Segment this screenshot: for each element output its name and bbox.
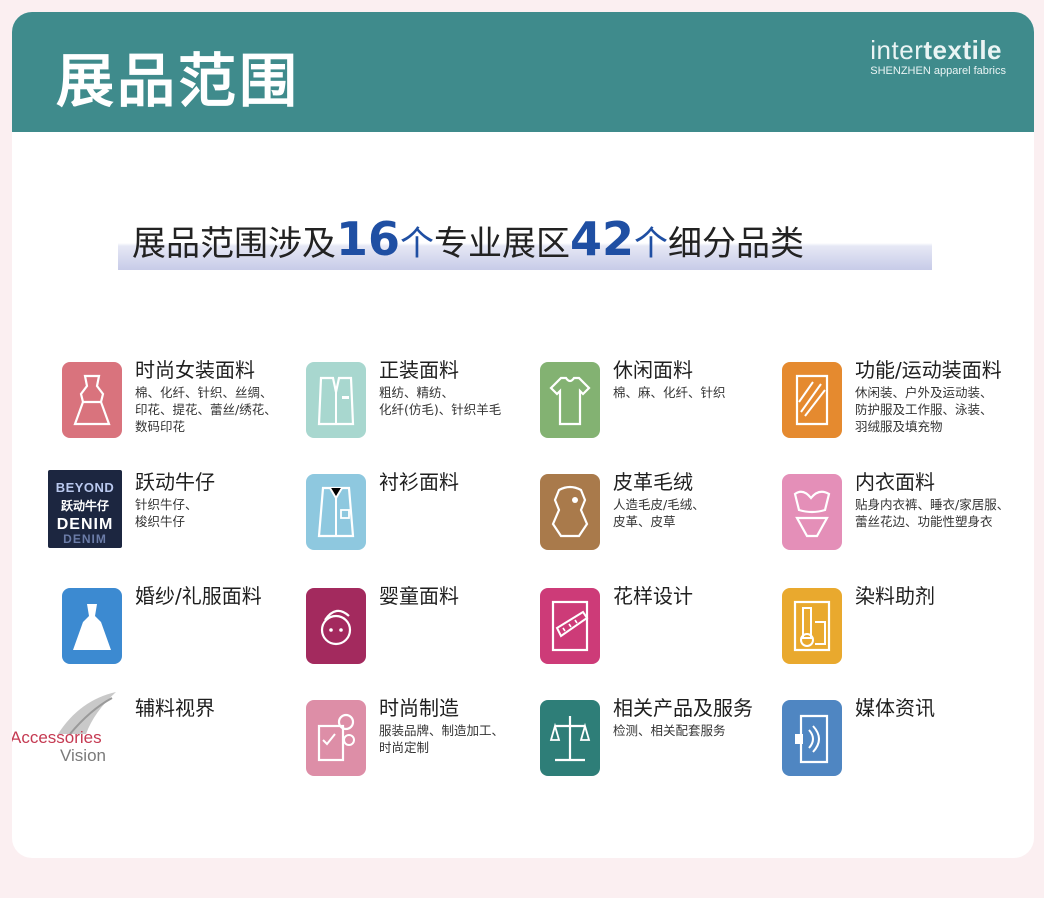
category-title: 正装面料 <box>379 358 459 382</box>
category-item: 内衣面料 贴身内衣裤、睡衣/家居服、 蕾丝花边、功能性塑身衣 <box>782 470 1022 564</box>
category-title: 婚纱/礼服面料 <box>135 584 262 608</box>
category-desc: 棉、化纤、针织、丝绸、 印花、提花、蕾丝/绣花、 数码印花 <box>135 384 277 435</box>
category-desc-line: 检测、相关配套服务 <box>613 723 726 738</box>
manufacturing-icon <box>306 700 366 776</box>
leather-icon <box>540 474 600 550</box>
accessories-logo: Accessories Vision <box>12 690 130 774</box>
category-desc-line: 服装品牌、制造加工、 <box>379 723 505 738</box>
denim-logo-line2: 跃动牛仔 <box>60 499 109 513</box>
category-desc: 检测、相关配套服务 <box>613 722 726 739</box>
dye-icon <box>782 588 842 664</box>
exhibit-card: 展品范围 intertextile SHENZHEN apparel fabri… <box>12 12 1034 858</box>
category-title: 休闲面料 <box>613 358 693 382</box>
category-title: 皮革毛绒 <box>613 470 693 494</box>
category-desc-line: 贴身内衣裤、睡衣/家居服、 <box>855 497 1010 512</box>
category-title: 功能/运动装面料 <box>855 358 1002 382</box>
tshirt-icon <box>540 362 600 438</box>
category-title: 媒体资讯 <box>855 696 935 720</box>
accessories-logo-line2: Vision <box>60 746 106 765</box>
category-desc-line: 人造毛皮/毛绒、 <box>613 497 705 512</box>
accessories-logo-line1: Accessories <box>12 728 102 747</box>
category-desc: 服装品牌、制造加工、 时尚定制 <box>379 722 504 756</box>
headline-part3: 细分品类 <box>668 224 805 264</box>
category-desc-line: 蕾丝花边、功能性塑身衣 <box>855 514 993 529</box>
dress-icon <box>62 362 122 438</box>
category-title: 跃动牛仔 <box>135 470 215 494</box>
zone-count: 16 <box>336 212 401 266</box>
headline: 展品范围涉及16个专业展区42个细分品类 <box>132 208 804 270</box>
brand-inter: inter <box>870 35 924 65</box>
category-desc-line: 化纤(仿毛)、针织羊毛 <box>379 402 502 417</box>
zone-count-unit: 个 <box>400 224 435 264</box>
headline-part1: 展品范围涉及 <box>132 224 336 264</box>
category-item: Accessories Vision 辅料视界 <box>12 692 302 790</box>
category-title: 婴童面料 <box>379 584 459 608</box>
category-item: 婴童面料 <box>306 584 546 678</box>
design-ruler-icon <box>540 588 600 664</box>
category-item: BEYOND 跃动牛仔 DENIM DENIM 跃动牛仔 针织牛仔、 梭织牛仔 <box>48 470 302 564</box>
category-desc-line: 针织牛仔、 <box>135 497 198 512</box>
category-item: 染料助剂 <box>782 584 1022 678</box>
category-item: 相关产品及服务检测、相关配套服务 <box>540 696 780 790</box>
category-desc-line: 数码印花 <box>135 419 186 434</box>
scale-icon <box>540 700 600 776</box>
page-title: 展品范围 <box>56 47 301 115</box>
category-item: 功能/运动装面料 休闲装、户外及运动装、 防护服及工作服、泳装、 羽绒服及填充物 <box>782 358 1022 452</box>
category-title: 花样设计 <box>613 584 693 608</box>
category-item: 休闲面料棉、麻、化纤、针织 <box>540 358 780 452</box>
denim-logo-line4: DENIM <box>63 532 107 546</box>
media-icon <box>782 700 842 776</box>
category-title: 时尚制造 <box>379 696 459 720</box>
denim-logo-line1: BEYOND <box>55 480 115 495</box>
category-desc-line: 粗纺、精纺、 <box>379 385 455 400</box>
category-item: 时尚女装面料 棉、化纤、针织、丝绸、 印花、提花、蕾丝/绣花、 数码印花 <box>62 358 302 452</box>
category-desc-line: 休闲装、户外及运动装、 <box>855 385 993 400</box>
sportswear-icon <box>782 362 842 438</box>
headline-part2: 专业展区 <box>434 224 571 264</box>
category-desc: 粗纺、精纺、化纤(仿毛)、针织羊毛 <box>379 384 501 418</box>
category-title: 相关产品及服务 <box>613 696 753 720</box>
category-item: 正装面料粗纺、精纺、化纤(仿毛)、针织羊毛 <box>306 358 546 452</box>
category-desc: 休闲装、户外及运动装、 防护服及工作服、泳装、 羽绒服及填充物 <box>855 384 993 435</box>
category-item: 衬衫面料 <box>306 470 546 564</box>
brand-textile: textile <box>923 35 1003 65</box>
category-desc-line: 时尚定制 <box>379 740 430 755</box>
wedding-dress-icon <box>62 588 122 664</box>
category-item: 皮革毛绒 人造毛皮/毛绒、 皮革、皮草 <box>540 470 780 564</box>
category-title: 衬衫面料 <box>379 470 459 494</box>
category-title: 内衣面料 <box>855 470 935 494</box>
denim-logo: BEYOND 跃动牛仔 DENIM DENIM <box>48 470 122 548</box>
category-desc-line: 梭织牛仔 <box>135 514 186 529</box>
category-desc: 人造毛皮/毛绒、 皮革、皮草 <box>613 496 705 530</box>
suit-icon <box>306 362 366 438</box>
category-desc-line: 皮革、皮草 <box>613 514 676 529</box>
category-desc: 贴身内衣裤、睡衣/家居服、 蕾丝花边、功能性塑身衣 <box>855 496 1009 530</box>
category-desc-line: 棉、化纤、针织、丝绸、 <box>135 385 273 400</box>
category-title: 辅料视界 <box>135 696 215 720</box>
category-desc-line: 印花、提花、蕾丝/绣花、 <box>135 402 277 417</box>
brand-subtitle: SHENZHEN apparel fabrics <box>870 65 1006 77</box>
category-item: 婚纱/礼服面料 <box>62 584 302 678</box>
category-count: 42 <box>570 212 635 266</box>
baby-icon <box>306 588 366 664</box>
lingerie-icon <box>782 474 842 550</box>
category-item: 媒体资讯 <box>782 696 1022 790</box>
category-desc-line: 羽绒服及填充物 <box>855 419 943 434</box>
category-desc-line: 防护服及工作服、泳装、 <box>855 402 993 417</box>
category-item: 花样设计 <box>540 584 780 678</box>
category-title: 时尚女装面料 <box>135 358 255 382</box>
shirt-icon <box>306 474 366 550</box>
brand-logo: intertextile SHENZHEN apparel fabrics <box>870 36 1006 78</box>
category-title: 染料助剂 <box>855 584 935 608</box>
category-count-unit: 个 <box>634 224 669 264</box>
category-item: 时尚制造 服装品牌、制造加工、 时尚定制 <box>306 696 546 790</box>
category-desc: 针织牛仔、 梭织牛仔 <box>135 496 198 530</box>
category-desc-line: 棉、麻、化纤、针织 <box>613 385 726 400</box>
header-banner: 展品范围 intertextile SHENZHEN apparel fabri… <box>12 12 1034 132</box>
category-desc: 棉、麻、化纤、针织 <box>613 384 726 401</box>
